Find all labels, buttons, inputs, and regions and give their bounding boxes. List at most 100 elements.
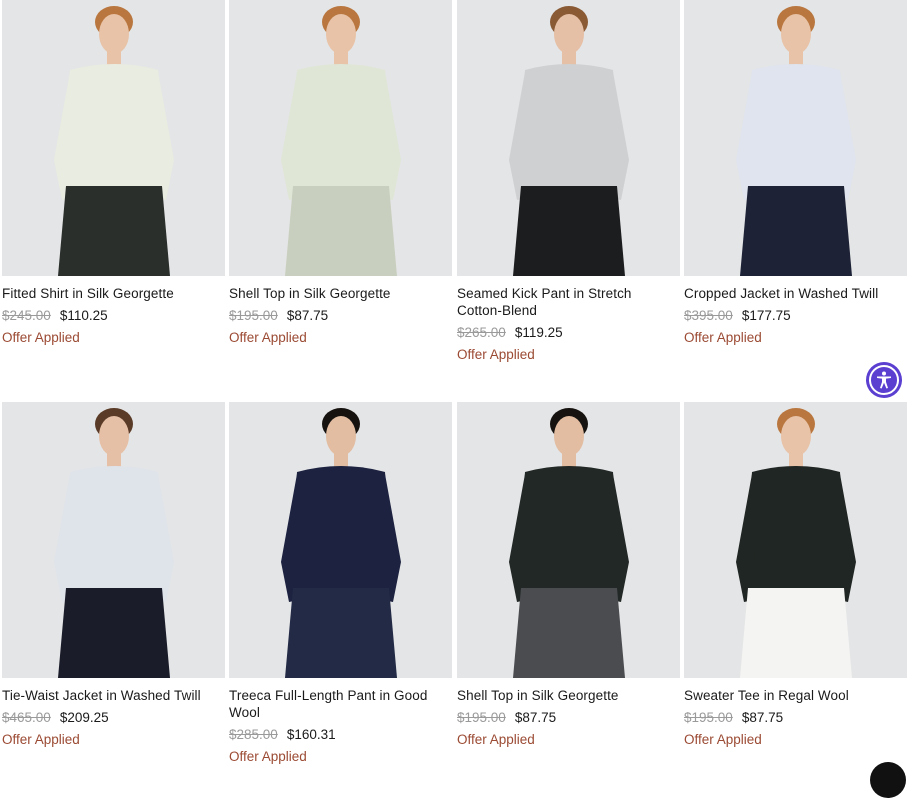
model-photo [229,402,452,678]
product-card[interactable]: Tie-Waist Jacket in Washed Twill $465.00… [2,402,225,748]
product-card[interactable]: Cropped Jacket in Washed Twill $395.00 $1… [684,0,907,346]
model-face [781,14,811,54]
original-price: $195.00 [229,308,278,323]
model-face [326,14,356,54]
offer-badge: Offer Applied [684,330,762,345]
model-photo [457,402,680,678]
model-bottom [513,186,625,276]
model-bottom [285,588,397,678]
model-photo [684,0,907,276]
product-image[interactable] [2,402,225,678]
product-card[interactable]: Fitted Shirt in Silk Georgette $245.00 $1… [2,0,225,346]
offer-badge: Offer Applied [229,749,307,764]
original-price: $285.00 [229,727,278,742]
product-image[interactable] [684,402,907,678]
original-price: $465.00 [2,710,51,725]
model-top [289,466,393,592]
original-price: $265.00 [457,325,506,340]
product-card[interactable]: Seamed Kick Pant in Stretch Cotton-Blend… [457,0,680,363]
sale-price: $209.25 [59,710,109,725]
model-bottom [285,186,397,276]
product-name[interactable]: Shell Top in Silk Georgette [457,687,680,704]
original-price: $395.00 [684,308,733,323]
original-price: $195.00 [684,710,733,725]
model-bottom [58,588,170,678]
sale-price: $119.25 [514,325,563,340]
model-neck [334,50,348,66]
model-neck [334,452,348,468]
product-name[interactable]: Seamed Kick Pant in Stretch Cotton-Blend [457,285,667,319]
model-face [781,416,811,456]
offer-badge: Offer Applied [457,347,535,362]
sale-price: $87.75 [286,308,329,323]
model-face [99,416,129,456]
product-card[interactable]: Treeca Full-Length Pant in Good Wool $28… [229,402,452,765]
chat-bubble-icon[interactable] [870,762,906,798]
model-face [554,416,584,456]
model-photo [684,402,907,678]
offer-badge: Offer Applied [457,732,535,747]
accessibility-person-icon [869,365,899,395]
model-top [517,64,621,190]
original-price: $245.00 [2,308,51,323]
sale-price: $177.75 [741,308,791,323]
model-neck [107,452,121,468]
offer-badge: Offer Applied [684,732,762,747]
product-price: $285.00 $160.31 [229,726,452,743]
product-price: $195.00 $87.75 [457,709,680,726]
product-price: $395.00 $177.75 [684,307,907,324]
model-top [62,466,166,592]
sale-price: $87.75 [741,710,784,725]
product-price: $245.00 $110.25 [2,307,225,324]
sale-price: $87.75 [514,710,557,725]
product-grid: Fitted Shirt in Silk Georgette $245.00 $1… [0,0,910,769]
sale-price: $110.25 [59,308,108,323]
model-neck [107,50,121,66]
product-name[interactable]: Cropped Jacket in Washed Twill [684,285,907,302]
offer-badge: Offer Applied [2,732,80,747]
model-top [62,64,166,190]
product-price: $195.00 $87.75 [229,307,452,324]
model-neck [789,452,803,468]
model-face [326,416,356,456]
product-name[interactable]: Shell Top in Silk Georgette [229,285,452,302]
model-bottom [740,186,852,276]
model-neck [562,50,576,66]
model-bottom [58,186,170,276]
model-top [744,64,848,190]
model-neck [789,50,803,66]
product-image[interactable] [684,0,907,276]
offer-badge: Offer Applied [229,330,307,345]
offer-badge: Offer Applied [2,330,80,345]
model-face [99,14,129,54]
product-image[interactable] [457,0,680,276]
product-card[interactable]: Sweater Tee in Regal Wool $195.00 $87.75 … [684,402,907,748]
model-face [554,14,584,54]
model-neck [562,452,576,468]
product-name[interactable]: Treeca Full-Length Pant in Good Wool [229,687,451,721]
model-top [289,64,393,190]
model-bottom [740,588,852,678]
model-photo [2,402,225,678]
original-price: $195.00 [457,710,506,725]
product-image[interactable] [229,402,452,678]
model-top [517,466,621,592]
accessibility-button[interactable] [866,362,902,398]
model-top [744,466,848,592]
product-image[interactable] [2,0,225,276]
product-image[interactable] [457,402,680,678]
product-price: $265.00 $119.25 [457,324,680,341]
sale-price: $160.31 [286,727,336,742]
model-photo [229,0,452,276]
model-bottom [513,588,625,678]
product-card[interactable]: Shell Top in Silk Georgette $195.00 $87.7… [229,0,452,346]
model-photo [2,0,225,276]
model-photo [457,0,680,276]
product-image[interactable] [229,0,452,276]
product-card[interactable]: Shell Top in Silk Georgette $195.00 $87.7… [457,402,680,748]
product-price: $195.00 $87.75 [684,709,907,726]
product-name[interactable]: Tie-Waist Jacket in Washed Twill [2,687,225,704]
product-name[interactable]: Sweater Tee in Regal Wool [684,687,907,704]
product-name[interactable]: Fitted Shirt in Silk Georgette [2,285,225,302]
product-price: $465.00 $209.25 [2,709,225,726]
